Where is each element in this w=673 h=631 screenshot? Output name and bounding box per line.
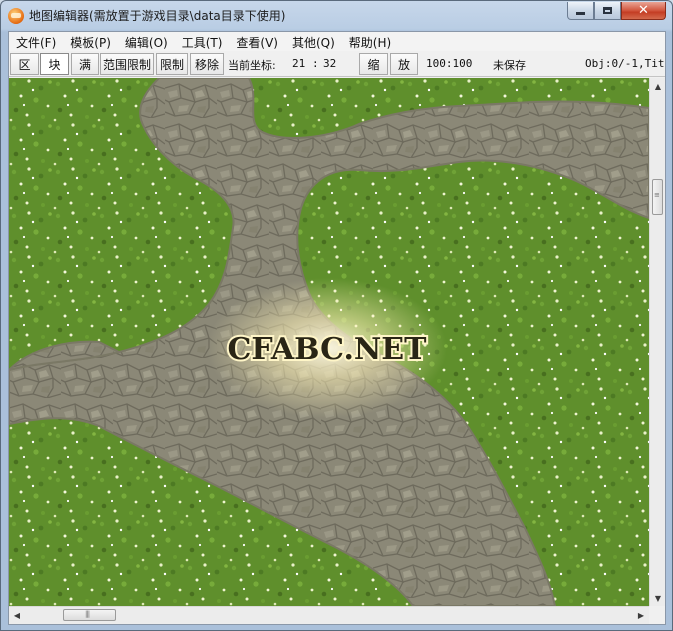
- coordinate-x: 21: [292, 57, 306, 70]
- maximize-button[interactable]: [594, 2, 621, 20]
- horizontal-scrollbar[interactable]: ◀ ||| ▶: [9, 606, 649, 624]
- vertical-grip-icon: ≡: [654, 191, 660, 199]
- map-canvas[interactable]: CFABC.NET: [9, 78, 649, 606]
- limit-button[interactable]: 限制: [156, 53, 188, 75]
- scroll-left-arrow-icon[interactable]: ◀: [9, 607, 25, 623]
- minimize-icon: [576, 12, 585, 15]
- menu-bar: 文件(F) 模板(P) 编辑(O) 工具(T) 查看(V) 其他(Q) 帮助(H…: [9, 32, 665, 51]
- menu-tools[interactable]: 工具(T): [175, 32, 230, 51]
- watermark-text: CFABC.NET: [227, 332, 427, 367]
- menu-other[interactable]: 其他(Q): [285, 32, 342, 51]
- close-button[interactable]: ✕: [621, 2, 666, 20]
- scroll-up-arrow-icon[interactable]: ▲: [650, 78, 666, 94]
- scroll-down-arrow-icon[interactable]: ▼: [650, 590, 666, 606]
- close-icon: ✕: [638, 3, 649, 18]
- title-bar[interactable]: 地图编辑器(需放置于游戏目录\data目录下使用) ✕: [1, 1, 672, 30]
- coordinate-y: 32: [323, 57, 337, 70]
- menu-file[interactable]: 文件(F): [9, 32, 63, 51]
- map-view: CFABC.NET: [9, 78, 649, 606]
- coordinate-separator: :: [312, 57, 319, 70]
- scroll-right-arrow-icon[interactable]: ▶: [633, 607, 649, 623]
- client-area: 文件(F) 模板(P) 编辑(O) 工具(T) 查看(V) 其他(Q) 帮助(H…: [8, 31, 666, 625]
- block-button[interactable]: 块: [40, 53, 69, 75]
- remove-button[interactable]: 移除: [190, 53, 224, 75]
- range-limit-button[interactable]: 范围限制: [100, 53, 154, 75]
- minimize-button[interactable]: [567, 2, 594, 20]
- menu-edit[interactable]: 编辑(O): [118, 32, 175, 51]
- zoom-button[interactable]: 放: [390, 53, 418, 75]
- app-icon: [8, 8, 24, 24]
- menu-view[interactable]: 查看(V): [229, 32, 285, 51]
- horizontal-scroll-thumb[interactable]: [63, 609, 116, 621]
- maximize-icon: [603, 7, 612, 14]
- save-status: 未保存: [493, 59, 526, 72]
- window-title: 地图编辑器(需放置于游戏目录\data目录下使用): [29, 9, 286, 23]
- vertical-scrollbar[interactable]: ▲ ≡ ▼: [649, 78, 665, 606]
- object-info: Obj:0/-1,Title: [585, 57, 665, 70]
- menu-help[interactable]: 帮助(H): [342, 32, 398, 51]
- zoom-value: 100:100: [426, 57, 473, 70]
- menu-template[interactable]: 模板(P): [63, 32, 118, 51]
- app-window: 地图编辑器(需放置于游戏目录\data目录下使用) ✕ 文件(F) 模板(P) …: [0, 0, 673, 631]
- area-button[interactable]: 区: [10, 53, 39, 75]
- toolbar: 区 块 满 范围限制 限制 移除 当前坐标: 21 : 32 缩 放 100:1…: [9, 52, 665, 77]
- horizontal-grip-icon: |||: [85, 610, 90, 618]
- coordinate-label: 当前坐标:: [228, 59, 276, 72]
- full-button[interactable]: 满: [71, 53, 99, 75]
- shrink-button[interactable]: 缩: [359, 53, 388, 75]
- caption-buttons: ✕: [567, 2, 666, 20]
